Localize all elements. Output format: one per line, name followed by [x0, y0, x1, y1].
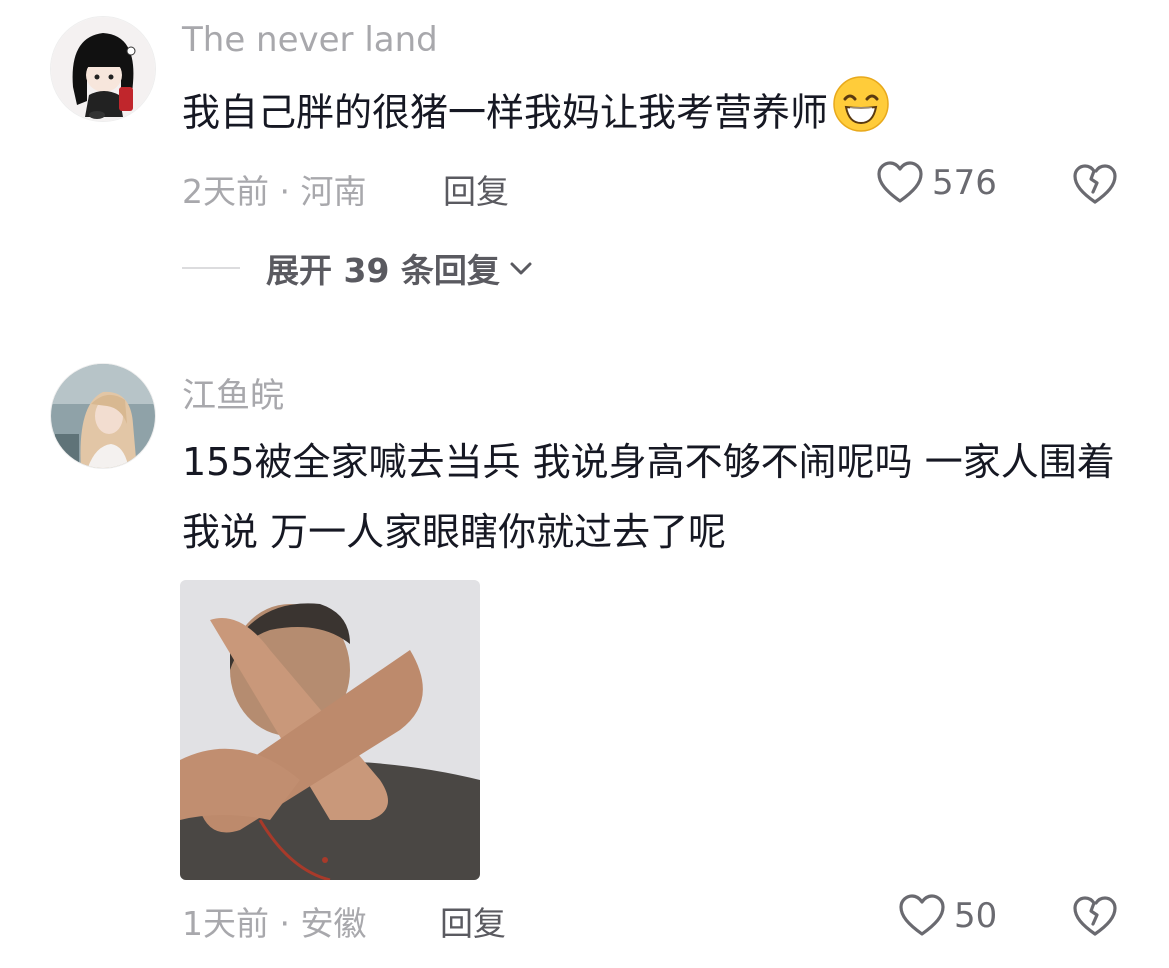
- comment-item: The never land 我自己胖的很猪一样我妈让我考营养师 2天前 · 河…: [0, 0, 1169, 320]
- chevron-down-icon: [510, 262, 532, 275]
- heart-icon: [899, 894, 945, 936]
- like-button[interactable]: 50: [898, 894, 997, 938]
- broken-heart-icon: [1073, 164, 1117, 204]
- comment-image[interactable]: [180, 580, 480, 880]
- like-count: 576: [932, 163, 997, 203]
- username[interactable]: 江鱼皖: [182, 368, 284, 417]
- username[interactable]: The never land: [182, 20, 438, 60]
- time-location: 2天前 · 河南: [182, 172, 367, 211]
- divider-line: [182, 267, 240, 269]
- time-location: 1天前 · 安徽: [182, 904, 367, 943]
- broken-heart-icon: [1073, 896, 1117, 936]
- like-button[interactable]: 576: [876, 161, 997, 205]
- comment-item: 江鱼皖 155被全家喊去当兵 我说身高不够不闹呢吗 一家人围着我说 万一人家眼瞎…: [0, 360, 1169, 968]
- avatar[interactable]: [50, 16, 156, 122]
- heart-icon: [877, 161, 923, 203]
- comment-text: 我自己胖的很猪一样我妈让我考营养师: [182, 75, 1132, 155]
- dislike-button[interactable]: [1072, 896, 1118, 942]
- reply-button[interactable]: 回复: [440, 897, 506, 945]
- like-count: 50: [954, 896, 998, 936]
- grinning-sweat-emoji-icon: [832, 75, 890, 155]
- reply-button[interactable]: 回复: [443, 165, 509, 213]
- avatar[interactable]: [50, 363, 156, 469]
- expand-replies-label: 展开 39 条回复: [266, 251, 500, 290]
- comment-text-content: 我自己胖的很猪一样我妈让我考营养师: [182, 90, 829, 135]
- comment-text: 155被全家喊去当兵 我说身高不够不闹呢吗 一家人围着我说 万一人家眼瞎你就过去…: [182, 440, 1115, 554]
- dislike-button[interactable]: [1072, 164, 1118, 210]
- expand-replies-button[interactable]: 展开 39 条回复: [182, 244, 534, 292]
